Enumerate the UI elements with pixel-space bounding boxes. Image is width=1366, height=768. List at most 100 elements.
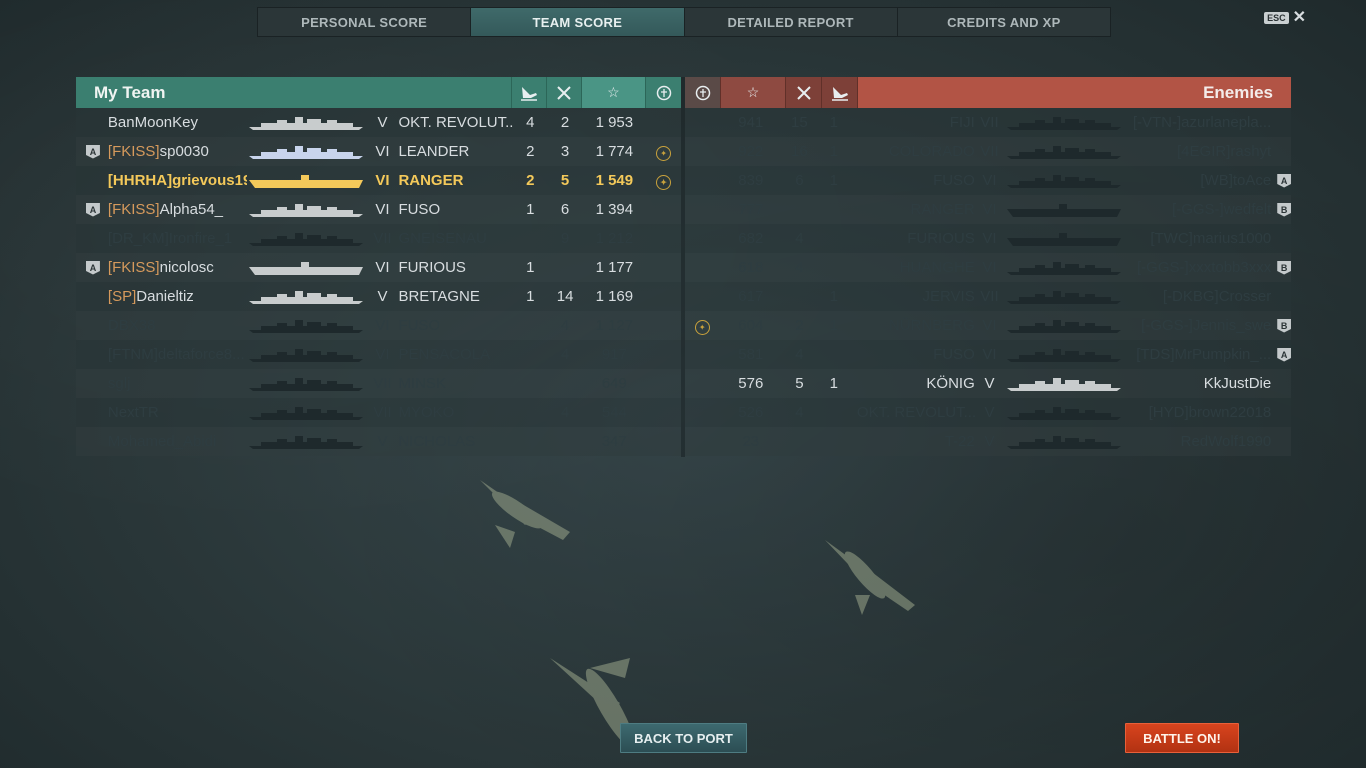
table-row[interactable]: 581 4 FUSO VI [TDS]MrPumpkin_... A [685,340,1291,369]
table-row[interactable]: Mohamed_Abidi V NICHOLAS 347 [76,427,681,456]
score: 1 774 [595,143,634,160]
table-row[interactable]: 777 RANGER VI [-GGS-]wedfelt B [685,195,1291,224]
table-row[interactable]: 23 T-22 V RedWolf1990 [685,427,1291,456]
ship-name: FURIOUS [398,259,466,276]
medal-cell: ✦ [646,172,681,190]
player-nickname: deltaforce8... [157,346,245,363]
clan-tag: [-GGS-] [1141,317,1193,334]
table-row[interactable]: 576 5 1 KÖNIG V KkJustDie [685,369,1291,398]
tab-credits-xp[interactable]: CREDITS AND XP [898,8,1110,36]
score: 1 177 [595,259,634,276]
player-name: [-GGS-]xxxtobb3xxx [1124,259,1271,276]
player-name: sglj [108,375,247,392]
score: 777 [738,201,764,218]
table-row[interactable]: [FTNM]deltaforce8... VI PENSACOLA 4 917 [76,340,681,369]
rank-badge-icon [1277,377,1291,391]
plane-decoration-1 [480,480,570,548]
close-button[interactable]: ESC ✕ [1264,10,1306,26]
table-row[interactable]: 682 4 FURIOUS VI [TWC]marius1000 [685,224,1291,253]
table-row[interactable]: sglj VII MINSK 649 [76,369,681,398]
player-nickname: grievous19... [172,172,248,189]
player-nickname: rashyt [1230,143,1272,160]
ships-destroyed: 4 [560,317,570,334]
battle-on-button[interactable]: BATTLE ON! [1125,723,1239,753]
table-row[interactable]: A [FKISS]Alpha54_ VI FUSO 1 6 1 394 [76,195,681,224]
ship-tier: VI [375,317,390,334]
ship-name: GNEISENAU [398,230,487,247]
planes-destroyed: 1 [829,172,838,189]
player-nickname: nicolosc [159,259,214,276]
ship-silhouette-icon [1004,173,1124,189]
ships-destroyed: 4 [560,404,570,421]
table-row[interactable]: 839 6 1 FUSO VI [WB]toAce A [685,166,1291,195]
ship-silhouette-icon [1004,434,1124,450]
ship-name: LEANDER [398,143,470,160]
my-team-title: My Team [76,77,511,108]
ship-name: RANGER [910,201,975,218]
table-row[interactable]: ✦ 604 2 1 NÜRNBERG VI [-GGS-]Jennis_swe B [685,311,1291,340]
tab-team-score[interactable]: TEAM SCORE [471,8,685,36]
table-row[interactable]: 526 4 OKT. REVOLUT... V [HYD]brown22018 [685,398,1291,427]
ship-name: MINSK [398,375,446,392]
medal-icon: ✦ [656,145,672,161]
ship-name: NÜRNBERG [888,317,975,334]
ships-destroyed: 16 [791,143,808,160]
ships-destroyed: 9 [560,230,570,247]
table-row[interactable]: [HHRHA]grievous19... VI RANGER 2 5 1 549 ✦ [76,166,681,195]
player-nickname: Danieltiz [136,288,194,305]
table-row[interactable]: A [FKISS]nicolosc VI FURIOUS 1 1 177 [76,253,681,282]
table-row[interactable]: [SP]Danieltiz V BRETAGNE 1 14 1 169 [76,282,681,311]
table-row[interactable]: BanMoonKey V OKT. REVOLUT... 4 2 1 953 [76,108,681,137]
planes-destroyed: 1 [829,288,838,305]
player-nickname: NextTR [107,404,159,421]
table-row[interactable]: [DR_KM]Ironfire_1 VII GNEISENAU 9 1 212 [76,224,681,253]
ship-name: OKT. REVOLUT... [856,404,975,421]
table-row[interactable]: 941 15 1 FIJI VII [-VTN-]azurlanepla... [685,108,1291,137]
player-name: [-GGS-]wedfelt [1124,201,1271,218]
ships-destroyed-icon [786,77,822,108]
planes-destroyed: 1 [829,143,838,160]
clan-tag: [-VTN-] [1132,114,1182,131]
rank-badge-icon: B [1277,202,1291,217]
player-nickname: marius1000 [1192,230,1272,247]
table-row[interactable]: 617 1 JERVIS VII [-DKBG]Crosser [685,282,1291,311]
ship-silhouette-icon [247,115,366,131]
close-icon[interactable]: ✕ [1293,10,1306,26]
ship-name: OKT. REVOLUT... [398,114,513,131]
clan-tag: [FTNM] [107,346,158,363]
score: 1 394 [595,201,634,218]
player-name: RedWolf1990 [1124,433,1272,450]
ship-silhouette-icon [1004,144,1124,160]
planes-destroyed-icon [510,77,546,108]
tab-bar: PERSONAL SCORE TEAM SCORE DETAILED REPOR… [257,7,1111,37]
ships-destroyed: 4 [795,230,804,247]
player-name: [TDS]MrPumpkin_... [1124,346,1271,363]
rank-badge-icon [1277,116,1291,130]
ships-destroyed-icon [545,77,581,108]
table-row[interactable]: A [FKISS]sp0030 VI LEANDER 2 3 1 774 ✦ [76,137,681,166]
player-name: [FKISS]sp0030 [108,143,247,160]
score: 1 549 [595,172,634,189]
score: 649 [601,375,627,392]
table-row[interactable]: NextTR VII MYOKO 4 544 [76,398,681,427]
ship-name: COLORADO [888,143,975,160]
table-row[interactable]: 922 16 1 COLORADO VII [4EGIR]rashyt [685,137,1291,166]
planes-destroyed: 1 [829,375,838,392]
ships-destroyed: 6 [560,201,570,218]
back-to-port-button[interactable]: BACK TO PORT [620,723,747,753]
ships-destroyed: 14 [556,288,574,305]
tab-personal-score[interactable]: PERSONAL SCORE [258,8,472,36]
tab-detailed-report[interactable]: DETAILED REPORT [685,8,898,36]
ship-tier: VI [982,172,997,189]
score: 839 [738,172,764,189]
enemy-team-panel: ☆ Enemies 941 15 1 FIJI VII [-VTN-]azurlanepl… [685,77,1291,456]
enemy-team-list: 941 15 1 FIJI VII [-VTN-]azurlanepla... 922 16 1… [685,108,1291,456]
table-row[interactable]: 618 4 HUANGHE VI [-GGS-]xxxtobb3xxx B [685,253,1291,282]
table-row[interactable]: DBX38 VI FUSO 4 1 127 [76,311,681,340]
score: 617 [738,288,764,305]
ship-tier: V [984,404,995,421]
enemy-team-header: ☆ Enemies [685,77,1291,108]
player-name: [FKISS]Alpha54_ [108,201,247,218]
ship-silhouette-icon [1004,376,1124,392]
rank-badge-icon [1277,232,1291,246]
